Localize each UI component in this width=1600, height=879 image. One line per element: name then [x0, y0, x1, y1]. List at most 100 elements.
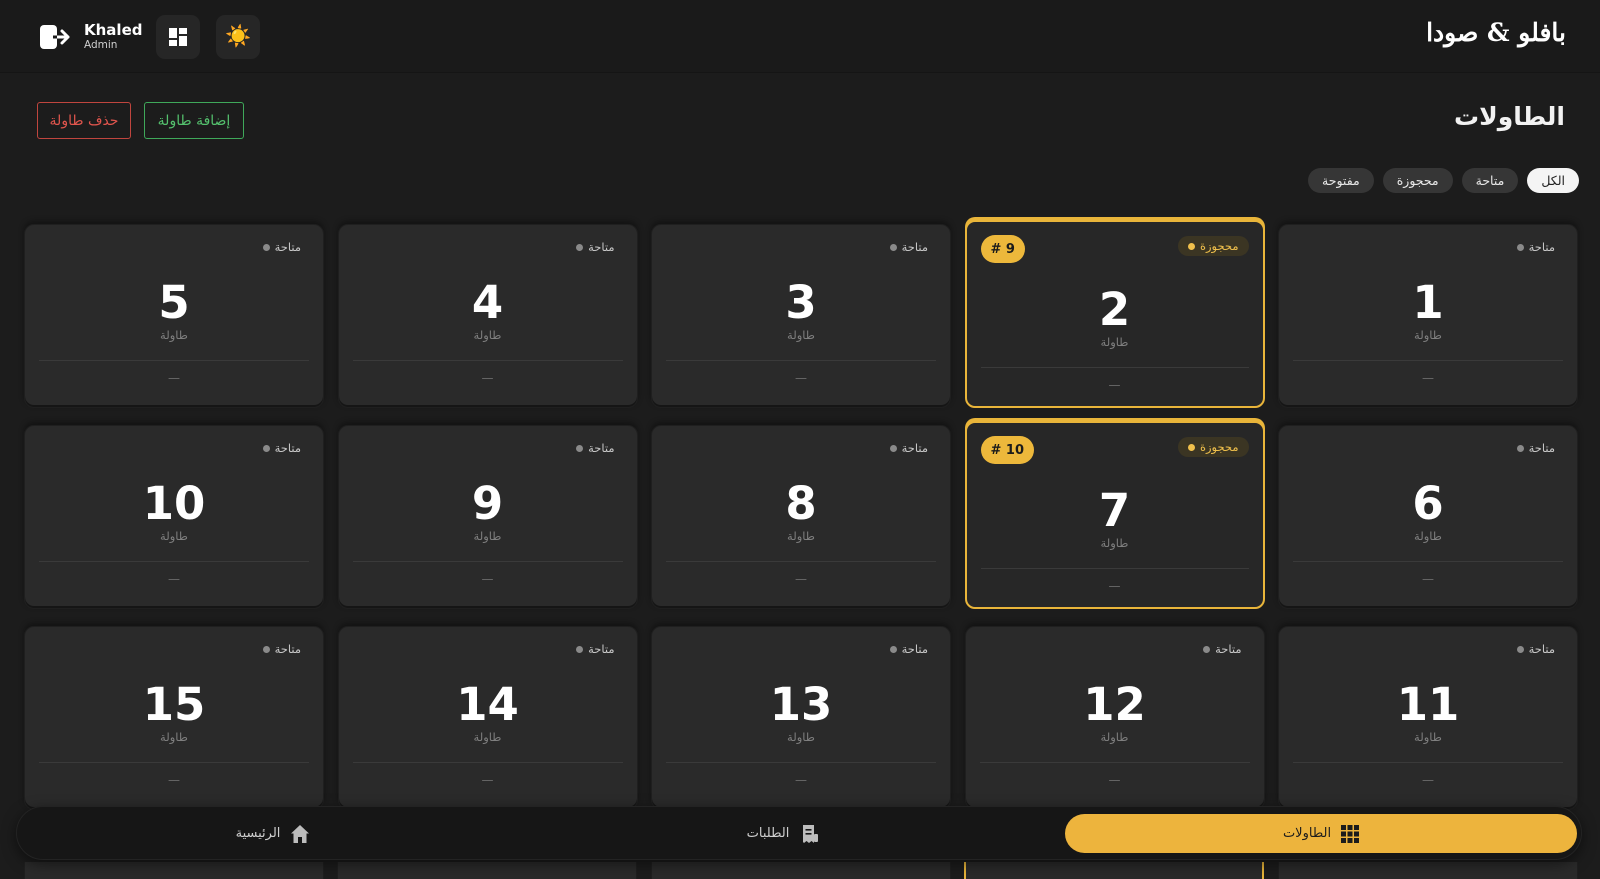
- table-label: طاولة: [1100, 730, 1129, 744]
- card-divider: [352, 360, 623, 361]
- bottom-navigation: الطاولات الطلبات الرئيسية: [16, 806, 1582, 860]
- status-dot-icon: [1516, 645, 1524, 653]
- table-number: 3: [785, 276, 817, 329]
- card-empty-placeholder: —: [1422, 773, 1434, 787]
- table-number: 10: [142, 477, 206, 530]
- status-text: متاحة: [588, 642, 615, 656]
- card-divider: [1293, 360, 1563, 361]
- card-peek: [24, 862, 324, 879]
- card-peek: [1278, 862, 1578, 879]
- table-card[interactable]: متاحة 5 طاولة —: [24, 224, 324, 408]
- nav-home[interactable]: الرئيسية: [17, 814, 529, 853]
- table-card[interactable]: متاحة 15 طاولة —: [24, 626, 324, 810]
- table-card[interactable]: متاحة 6 طاولة —: [1278, 425, 1578, 609]
- status-badge: متاحة: [889, 639, 928, 659]
- nav-tables[interactable]: الطاولات: [1065, 814, 1577, 853]
- theme-toggle-button[interactable]: ☀️: [216, 14, 261, 59]
- nav-tables-label: الطاولات: [1282, 826, 1332, 841]
- status-badge: متاحة: [1516, 438, 1555, 458]
- delete-table-button[interactable]: حذف طاولة: [37, 102, 131, 139]
- table-number: 5: [158, 276, 190, 329]
- filter-reserved[interactable]: محجوزة: [1382, 168, 1453, 193]
- table-label: طاولة: [473, 730, 502, 744]
- add-table-button[interactable]: إضافة طاولة: [144, 102, 244, 139]
- brand-logo: بافلو & صودا: [1426, 18, 1566, 47]
- receipt-icon: [799, 824, 819, 844]
- dashboard-button[interactable]: [156, 14, 201, 59]
- order-number-badge[interactable]: # 9: [980, 235, 1025, 263]
- card-divider: [980, 568, 1249, 569]
- status-badge: متاحة: [576, 438, 615, 458]
- table-number: 13: [769, 678, 833, 731]
- filter-all[interactable]: الكل: [1527, 168, 1579, 193]
- status-text: متاحة: [1528, 642, 1555, 656]
- table-number: 11: [1396, 678, 1460, 731]
- page-title: الطاولات: [1454, 102, 1565, 131]
- filter-available[interactable]: متاحة: [1461, 168, 1519, 193]
- table-card[interactable]: متاحة 13 طاولة —: [651, 626, 951, 810]
- table-label: طاولة: [787, 328, 815, 342]
- card-peek: [337, 862, 637, 879]
- table-label: طاولة: [1414, 730, 1442, 744]
- nav-orders-label: الطلبات: [746, 826, 790, 841]
- status-text: محجوزة: [1199, 440, 1239, 454]
- card-divider: [666, 762, 936, 763]
- table-card[interactable]: متاحة 9 طاولة —: [337, 425, 638, 609]
- table-label: طاولة: [1100, 335, 1129, 349]
- status-badge: متاحة: [262, 639, 301, 659]
- table-card[interactable]: محجوزة # 9 2 طاولة —: [964, 220, 1265, 408]
- table-number: 7: [1098, 484, 1131, 537]
- status-badge: محجوزة: [1177, 437, 1249, 457]
- card-divider: [1293, 762, 1563, 763]
- status-dot-icon: [1516, 444, 1524, 452]
- status-dot-icon: [1187, 443, 1195, 451]
- status-text: محجوزة: [1199, 239, 1239, 253]
- card-divider: [39, 762, 309, 763]
- nav-orders[interactable]: الطلبات: [527, 814, 1039, 853]
- top-header: Khaled Admin ☀️ بافلو & صودا: [0, 0, 1600, 73]
- card-divider: [1293, 561, 1563, 562]
- table-card[interactable]: متاحة 8 طاولة —: [651, 425, 951, 609]
- status-dot-icon: [576, 645, 584, 653]
- table-number: 8: [785, 477, 817, 530]
- table-card[interactable]: متاحة 14 طاولة —: [337, 626, 638, 810]
- card-divider: [39, 360, 309, 361]
- status-text: متاحة: [901, 240, 928, 254]
- user-info: Khaled Admin: [84, 21, 142, 52]
- table-card[interactable]: متاحة 10 طاولة —: [24, 425, 324, 609]
- status-badge: متاحة: [262, 237, 301, 257]
- table-number: 14: [456, 678, 519, 731]
- table-card[interactable]: متاحة 3 طاولة —: [651, 224, 951, 408]
- card-divider: [666, 561, 936, 562]
- status-badge: متاحة: [889, 438, 928, 458]
- card-empty-placeholder: —: [795, 371, 807, 385]
- card-divider: [979, 762, 1250, 763]
- status-text: متاحة: [274, 441, 301, 455]
- status-dot-icon: [576, 444, 584, 452]
- table-label: طاولة: [160, 328, 188, 342]
- card-empty-placeholder: —: [795, 773, 807, 787]
- table-number: 9: [471, 477, 504, 530]
- table-card[interactable]: محجوزة # 10 7 طاولة —: [964, 421, 1265, 609]
- table-label: طاولة: [473, 529, 502, 543]
- card-divider: [39, 561, 309, 562]
- sun-icon: ☀️: [225, 24, 252, 48]
- table-card[interactable]: متاحة 11 طاولة —: [1278, 626, 1578, 810]
- user-role: Admin: [84, 39, 118, 52]
- filter-open[interactable]: مفتوحة: [1308, 168, 1374, 193]
- table-card[interactable]: متاحة 4 طاولة —: [337, 224, 638, 408]
- order-number-badge[interactable]: # 10: [980, 436, 1035, 464]
- table-card[interactable]: متاحة 12 طاولة —: [964, 626, 1265, 810]
- home-icon: [290, 824, 310, 844]
- table-card[interactable]: متاحة 1 طاولة —: [1278, 224, 1578, 408]
- table-label: طاولة: [160, 529, 188, 543]
- logout-icon[interactable]: [38, 20, 72, 54]
- status-dot-icon: [576, 243, 584, 251]
- status-dot-icon: [262, 243, 270, 251]
- table-label: طاولة: [1100, 536, 1129, 550]
- card-divider: [666, 360, 936, 361]
- card-divider: [352, 762, 623, 763]
- status-badge: متاحة: [1203, 639, 1242, 659]
- status-text: متاحة: [1215, 642, 1242, 656]
- card-empty-placeholder: —: [1108, 579, 1121, 593]
